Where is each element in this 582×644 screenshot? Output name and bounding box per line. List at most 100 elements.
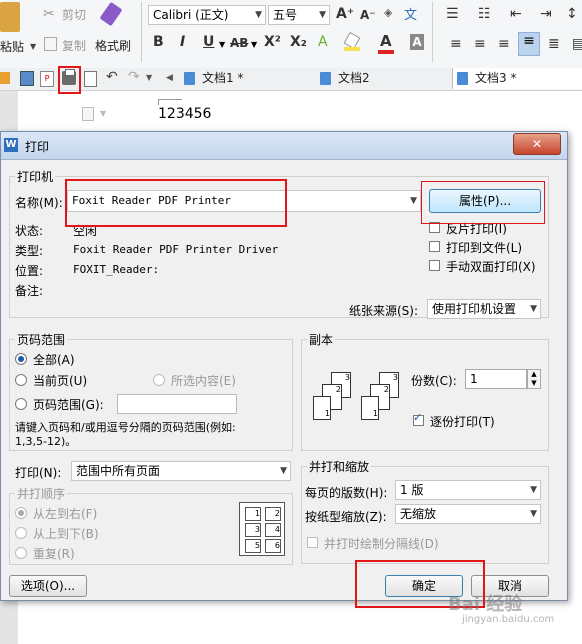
chevron-down-icon[interactable]: ▼: [251, 40, 257, 49]
paper-source-label: 纸张来源(S):: [349, 304, 419, 318]
shrink-font-button[interactable]: A⁻: [360, 8, 376, 22]
dialog-title: 打印: [25, 140, 50, 154]
format-painter-icon[interactable]: [99, 1, 123, 27]
copies-input[interactable]: 1: [465, 369, 527, 389]
chevron-down-icon[interactable]: ▼: [219, 40, 225, 49]
range-current-radio[interactable]: [15, 374, 27, 386]
open-icon[interactable]: [0, 72, 10, 84]
scissors-icon[interactable]: ✂: [43, 6, 55, 22]
superscript-button[interactable]: X²: [264, 34, 281, 50]
scale-select[interactable]: 无缩放 ▼: [395, 504, 541, 524]
order-left-right-radio[interactable]: [15, 507, 27, 519]
bold-button[interactable]: B: [153, 34, 164, 50]
paste-icon[interactable]: [0, 2, 20, 32]
save-icon[interactable]: [20, 71, 34, 86]
tab-label: 文档2: [338, 71, 370, 85]
italic-button[interactable]: I: [180, 34, 185, 50]
print-preview-icon[interactable]: [84, 71, 97, 87]
options-button[interactable]: 选项(O)...: [9, 575, 87, 597]
collate-stack-icon: 3 2 1: [361, 372, 405, 424]
print-what-value: 范围中所有页面: [76, 464, 161, 478]
grid-cell: 4: [265, 523, 281, 537]
clear-format-icon[interactable]: ◈: [384, 6, 392, 19]
document-text[interactable]: 123456: [158, 106, 211, 122]
outdent-icon[interactable]: ⇤: [510, 6, 522, 22]
grid-cell: 5: [245, 539, 261, 553]
collate-checkbox[interactable]: ✓: [413, 412, 424, 426]
range-all-radio[interactable]: [15, 353, 27, 365]
tab-document-1[interactable]: 文档1 *: [180, 68, 332, 89]
text-effect-icon[interactable]: A: [318, 34, 328, 50]
pages-per-sheet-select[interactable]: 1 版 ▼: [395, 480, 541, 500]
range-pages-label: 页码范围(G):: [33, 398, 104, 412]
tab-label: 文档1 *: [202, 71, 244, 85]
font-color-icon[interactable]: A: [380, 32, 392, 50]
subscript-button[interactable]: X₂: [290, 34, 307, 50]
order-repeat-label: 重复(R): [33, 547, 75, 561]
font-name-select[interactable]: Calibri (正文) ▼: [148, 5, 266, 25]
distribute-icon[interactable]: ≣: [548, 36, 560, 52]
font-size-select[interactable]: 五号 ▼: [268, 5, 330, 25]
page-order-preview: 1 2 3 4 5 6: [239, 502, 285, 556]
printer-group-label: 打印机: [15, 168, 56, 185]
properties-highlight: [421, 181, 545, 224]
tab-document-3[interactable]: 文档3 *: [452, 68, 582, 89]
undo-icon[interactable]: ↶: [106, 69, 118, 85]
paste-dropdown-icon[interactable]: ▼: [30, 42, 36, 51]
paste-button[interactable]: 粘贴: [0, 38, 24, 55]
range-selection-radio[interactable]: [153, 374, 165, 386]
close-button[interactable]: ✕: [513, 133, 561, 155]
line-spacing-icon[interactable]: ▤: [572, 36, 582, 52]
char-shading-icon[interactable]: A: [410, 34, 424, 50]
tab-document-2[interactable]: 文档2: [316, 68, 468, 89]
range-pages-radio[interactable]: [15, 398, 27, 410]
draw-borders-checkbox[interactable]: [307, 537, 318, 548]
underline-button[interactable]: U: [203, 34, 214, 50]
indent-icon[interactable]: ⇥: [540, 6, 552, 22]
copies-spinner[interactable]: ▲ ▼: [527, 369, 541, 389]
watermark-url: jingyan.baidu.com: [462, 614, 555, 625]
pages-per-sheet-value: 1 版: [400, 483, 424, 497]
font-name-value: Calibri (正文): [153, 8, 229, 22]
paper-source-select[interactable]: 使用打印机设置 ▼: [427, 299, 541, 319]
cut-button[interactable]: 剪切: [62, 6, 86, 23]
strikethrough-button[interactable]: AB: [230, 36, 248, 50]
copy-button[interactable]: 复制: [62, 37, 86, 54]
collate-label: 逐份打印(T): [430, 415, 495, 429]
watermark-text: Bai 经验: [448, 594, 523, 615]
highlight-icon[interactable]: [343, 31, 361, 51]
pages-per-sheet-label: 每页的版数(H):: [305, 486, 388, 500]
align-center-icon[interactable]: ≡: [474, 36, 486, 52]
chevron-down-icon: ▼: [530, 509, 537, 519]
align-right-icon[interactable]: ≡: [498, 36, 510, 52]
range-all-label: 全部(A): [33, 353, 75, 367]
scale-group-label: 并打和缩放: [307, 458, 372, 475]
chevron-down-icon: ▼: [530, 304, 537, 314]
quick-access-bar: P ↶ ↷ ▼ ◀ 文档1 * 文档2 文档3 *: [0, 68, 582, 91]
grow-font-button[interactable]: A⁺: [336, 6, 354, 22]
comment-label: 备注:: [15, 284, 44, 298]
format-painter-button[interactable]: 格式刷: [95, 37, 131, 54]
qat-dropdown-icon[interactable]: ▼: [146, 73, 152, 82]
scale-value: 无缩放: [400, 507, 437, 521]
phonetic-guide-button[interactable]: 文: [404, 4, 417, 23]
order-top-bottom-radio[interactable]: [15, 527, 27, 539]
tab-scroll-icon[interactable]: ◀: [166, 73, 173, 83]
align-left-icon[interactable]: ≡: [450, 36, 462, 52]
print-to-file-checkbox[interactable]: [429, 241, 440, 252]
paper-source-value: 使用打印机设置: [432, 302, 517, 316]
export-pdf-icon[interactable]: P: [40, 71, 54, 87]
sort-icon[interactable]: ↕: [566, 6, 578, 22]
bullet-list-icon[interactable]: ☰: [446, 6, 459, 22]
manual-duplex-checkbox[interactable]: [429, 260, 440, 271]
chevron-down-icon: ▼: [410, 196, 417, 206]
numbered-list-icon[interactable]: ☷: [478, 6, 491, 22]
copies-label: 份数(C):: [411, 374, 457, 388]
justify-icon[interactable]: ≡: [518, 32, 540, 56]
copy-icon[interactable]: [44, 37, 57, 51]
order-repeat-radio[interactable]: [15, 547, 27, 559]
print-order-group-label: 并打顺序: [15, 485, 68, 502]
print-what-select[interactable]: 范围中所有页面 ▼: [71, 461, 291, 481]
page-range-input[interactable]: [117, 394, 237, 414]
redo-icon[interactable]: ↷: [128, 69, 140, 85]
